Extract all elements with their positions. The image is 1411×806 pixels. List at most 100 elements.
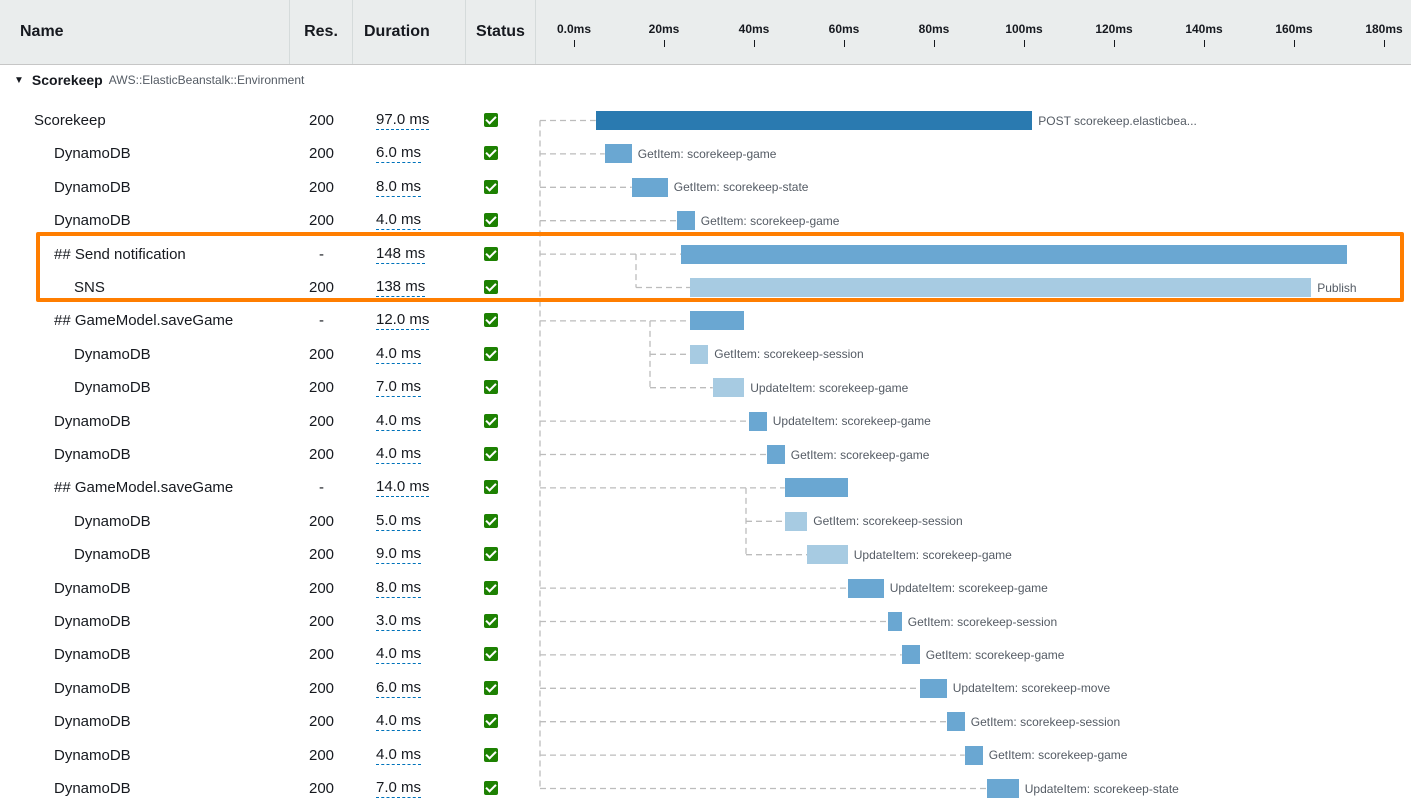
segment-duration-link[interactable]: 4.0 ms — [376, 412, 422, 431]
segment-duration-link[interactable]: 4.0 ms — [376, 445, 422, 464]
table-row[interactable]: DynamoDB 200 6.0 ms GetItem: scorekeep-game — [0, 137, 1411, 170]
table-row[interactable]: ## GameModel.saveGame - 12.0 ms — [0, 304, 1411, 337]
segment-duration: 6.0 ms — [376, 137, 422, 170]
timeline-bar[interactable] — [712, 378, 745, 398]
table-row[interactable]: DynamoDB 200 4.0 ms GetItem: scorekeep-sess… — [0, 705, 1411, 738]
segment-duration-link[interactable]: 4.0 ms — [376, 712, 422, 732]
timeline-bar-label: GetItem: scorekeep-session — [714, 347, 864, 362]
timeline-bar[interactable] — [807, 545, 848, 565]
segment-response-code: 200 — [308, 178, 335, 196]
segment-response-code: 200 — [308, 713, 335, 731]
timeline-bar[interactable] — [690, 311, 745, 331]
timeline-bar[interactable] — [964, 745, 983, 765]
segment-response-code: 200 — [308, 546, 335, 564]
segment-duration-link[interactable]: 4.0 ms — [376, 645, 422, 665]
timeline-bar[interactable] — [690, 344, 709, 364]
status-ok-icon — [484, 313, 498, 328]
status-ok-icon — [484, 614, 498, 628]
segment-duration: 7.0 ms — [376, 772, 422, 805]
timeline-bar-label: POST scorekeep.elasticbea... — [1038, 113, 1197, 128]
segment-name: DynamoDB — [54, 713, 131, 731]
segment-response-code: 200 — [308, 345, 335, 363]
segment-response-code: 200 — [308, 145, 335, 163]
segment-response-code: 200 — [308, 512, 335, 530]
timeline-bar[interactable] — [595, 111, 1033, 130]
status-ok-icon — [484, 547, 498, 562]
status-ok-icon — [484, 447, 498, 461]
table-row[interactable]: DynamoDB 200 4.0 ms UpdateItem: scorekeep-g… — [0, 405, 1411, 438]
table-row[interactable]: DynamoDB 200 4.0 ms GetItem: scorekeep-game — [0, 739, 1411, 772]
status-ok-icon — [484, 747, 498, 762]
segment-name: DynamoDB — [54, 746, 131, 764]
status-ok-icon — [484, 146, 498, 161]
timeline-bar[interactable] — [987, 779, 1019, 798]
segment-name: DynamoDB — [54, 613, 131, 630]
segment-duration-link[interactable]: 3.0 ms — [376, 612, 422, 631]
segment-duration-link[interactable]: 6.0 ms — [376, 679, 422, 698]
segment-name: DynamoDB — [54, 679, 131, 697]
status-ok-icon — [484, 513, 498, 528]
segment-response-code: 200 — [308, 613, 335, 630]
segment-duration-link[interactable]: 7.0 ms — [376, 779, 422, 798]
table-row[interactable]: ## GameModel.saveGame - 14.0 ms — [0, 471, 1411, 504]
table-row[interactable]: DynamoDB 200 4.0 ms GetItem: scorekeep-game — [0, 438, 1411, 471]
table-row[interactable]: DynamoDB 200 7.0 ms UpdateItem: scorekeep-g… — [0, 371, 1411, 404]
segment-name: DynamoDB — [74, 345, 151, 363]
segment-duration-link[interactable]: 12.0 ms — [376, 311, 430, 331]
timeline-bar[interactable] — [631, 177, 668, 197]
segment-response-code: - — [319, 479, 324, 497]
segment-duration: 4.0 ms — [376, 438, 422, 471]
segment-duration-link[interactable]: 4.0 ms — [376, 746, 422, 765]
timeline-bar[interactable] — [946, 712, 965, 732]
segment-duration-link[interactable]: 9.0 ms — [376, 545, 422, 565]
segment-response-code: 200 — [308, 412, 335, 430]
timeline-bar[interactable] — [766, 445, 785, 464]
table-row[interactable]: DynamoDB 200 6.0 ms UpdateItem: scorekeep-m… — [0, 672, 1411, 705]
table-row[interactable]: DynamoDB 200 9.0 ms UpdateItem: scorekeep-g… — [0, 538, 1411, 571]
table-row[interactable]: DynamoDB 200 5.0 ms GetItem: scorekeep-sess… — [0, 505, 1411, 538]
segment-duration: 4.0 ms — [376, 638, 422, 671]
segment-duration-link[interactable]: 4.0 ms — [376, 345, 422, 364]
timeline-bar[interactable] — [901, 645, 920, 665]
segment-duration: 4.0 ms — [376, 405, 422, 438]
segment-response-code: 200 — [308, 646, 335, 664]
status-ok-icon — [484, 647, 498, 662]
table-row[interactable]: DynamoDB 200 4.0 ms GetItem: scorekeep-sess… — [0, 338, 1411, 371]
timeline-bar-label: GetItem: scorekeep-state — [673, 180, 809, 195]
segment-duration: 4.0 ms — [376, 739, 422, 772]
timeline-bar[interactable] — [604, 144, 632, 164]
segment-name: DynamoDB — [54, 780, 131, 797]
segment-duration-link[interactable]: 6.0 ms — [376, 144, 422, 164]
segment-duration-link[interactable]: 5.0 ms — [376, 512, 422, 531]
table-row[interactable]: DynamoDB 200 8.0 ms GetItem: scorekeep-stat… — [0, 171, 1411, 204]
table-row[interactable]: DynamoDB 200 8.0 ms UpdateItem: scorekeep-g… — [0, 572, 1411, 605]
timeline-bar[interactable] — [784, 511, 808, 531]
segment-duration-link[interactable]: 7.0 ms — [376, 378, 422, 398]
status-ok-icon — [484, 346, 498, 361]
segment-response-code: 200 — [308, 379, 335, 397]
segment-duration: 5.0 ms — [376, 505, 422, 538]
timeline-bar[interactable] — [888, 612, 902, 631]
timeline-bar-label: UpdateItem: scorekeep-game — [853, 547, 1012, 562]
timeline-bar[interactable] — [784, 478, 848, 498]
table-row[interactable]: Scorekeep 200 97.0 ms POST scorekeep.elasti… — [0, 104, 1411, 137]
table-row[interactable]: DynamoDB 200 3.0 ms GetItem: scorekeep-sess… — [0, 605, 1411, 638]
segment-duration: 4.0 ms — [376, 338, 422, 371]
segment-duration: 14.0 ms — [376, 471, 430, 504]
timeline-bar[interactable] — [847, 578, 884, 598]
timeline-bar-label: GetItem: scorekeep-session — [813, 514, 963, 529]
segment-duration-link[interactable]: 14.0 ms — [376, 478, 430, 498]
table-row[interactable]: DynamoDB 200 7.0 ms UpdateItem: scorekeep-s… — [0, 772, 1411, 805]
segment-duration-link[interactable]: 8.0 ms — [376, 178, 422, 197]
segment-name: DynamoDB — [74, 546, 151, 564]
timeline-bar[interactable] — [919, 678, 947, 698]
timeline-bar[interactable] — [748, 411, 767, 431]
segment-name: DynamoDB — [54, 145, 131, 163]
timeline-bar-label: UpdateItem: scorekeep-game — [750, 380, 909, 395]
segment-duration-link[interactable]: 97.0 ms — [376, 111, 430, 130]
timeline-bar-label: GetItem: scorekeep-game — [925, 647, 1065, 662]
table-row[interactable]: DynamoDB 200 4.0 ms GetItem: scorekeep-game — [0, 638, 1411, 671]
segment-duration-link[interactable]: 4.0 ms — [376, 211, 422, 231]
segment-duration-link[interactable]: 8.0 ms — [376, 579, 422, 598]
timeline-bar[interactable] — [676, 211, 695, 231]
